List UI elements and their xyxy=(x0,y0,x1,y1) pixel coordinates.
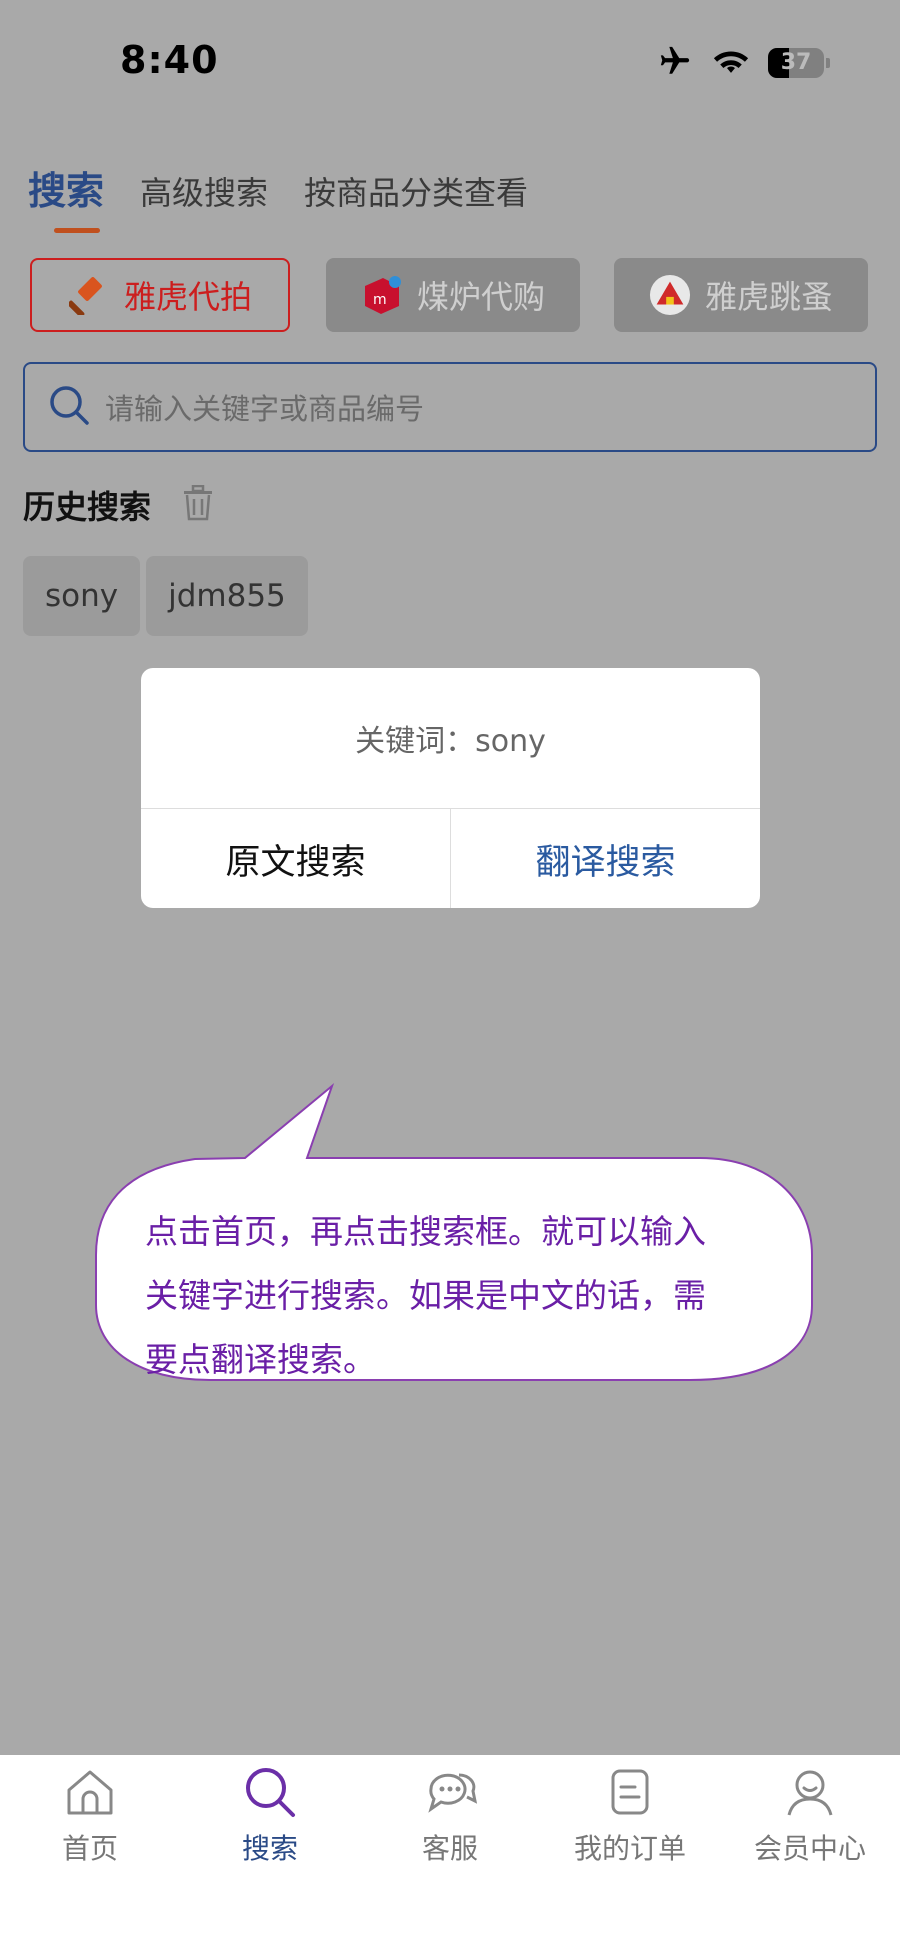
search-placeholder: 请输入关键字或商品编号 xyxy=(105,392,425,426)
tip-line: 要点翻译搜索。 xyxy=(145,1340,376,1379)
dialog-keyword: 关键词：sony xyxy=(141,668,760,809)
tabbar-item-service[interactable]: 客服 xyxy=(360,1755,540,1885)
tab-category-browse[interactable]: 按商品分类查看 xyxy=(304,168,528,214)
history-title: 历史搜索 xyxy=(23,488,152,526)
status-icons: 37 xyxy=(656,44,830,82)
tabbar-label: 我的订单 xyxy=(573,1832,686,1865)
source-yahoo-flea-button[interactable]: 雅虎跳蚤 xyxy=(614,258,868,332)
original-search-button[interactable]: 原文搜索 xyxy=(141,809,451,908)
source-selector: 雅虎代拍 m 煤炉代购 雅虎跳蚤 xyxy=(30,258,870,334)
translate-dialog: 关键词：sony 原文搜索 翻译搜索 xyxy=(141,668,760,908)
airplane-icon xyxy=(656,44,694,82)
tip-line: 关键字进行搜索。如果是中文的话，需 xyxy=(145,1276,706,1315)
bottom-tab-bar: 首页 搜索 客服 我的订单 会员中心 xyxy=(0,1755,900,1951)
history-chip[interactable]: jdm855 xyxy=(146,556,308,636)
status-bar: 8:40 37 xyxy=(0,0,900,130)
tip-text: 点击首页，再点击搜索框。就可以输入 关键字进行搜索。如果是中文的话，需 要点翻译… xyxy=(145,1200,785,1392)
chat-icon xyxy=(421,1763,479,1821)
tabbar-item-member[interactable]: 会员中心 xyxy=(720,1755,900,1885)
dialog-actions: 原文搜索 翻译搜索 xyxy=(141,809,760,908)
top-tabs: 搜索 高级搜索 按商品分类查看 xyxy=(28,160,564,233)
tabbar-item-search[interactable]: 搜索 xyxy=(180,1755,360,1885)
orders-icon xyxy=(601,1763,659,1821)
tabbar-item-home[interactable]: 首页 xyxy=(0,1755,180,1885)
wifi-icon xyxy=(712,46,750,80)
source-label: 煤炉代购 xyxy=(416,278,545,316)
source-yahoo-auction-button[interactable]: 雅虎代拍 xyxy=(30,258,290,332)
translate-search-button[interactable]: 翻译搜索 xyxy=(451,809,760,908)
battery-indicator: 37 xyxy=(768,48,830,78)
battery-level: 37 xyxy=(780,50,812,75)
user-icon xyxy=(781,1763,839,1821)
tabbar-label: 会员中心 xyxy=(753,1832,866,1865)
tab-search[interactable]: 搜索 xyxy=(28,160,104,233)
circus-tent-icon xyxy=(649,274,691,316)
tab-advanced-search[interactable]: 高级搜索 xyxy=(140,168,268,214)
tabbar-label: 首页 xyxy=(61,1832,118,1865)
history-header: 历史搜索 xyxy=(23,482,215,528)
tabbar-label: 客服 xyxy=(421,1832,478,1865)
tip-line: 点击首页，再点击搜索框。就可以输入 xyxy=(145,1212,706,1251)
source-label: 雅虎跳蚤 xyxy=(704,278,833,316)
tabbar-label: 搜索 xyxy=(241,1832,298,1865)
home-icon xyxy=(61,1763,119,1821)
source-label: 雅虎代拍 xyxy=(123,278,252,316)
search-icon xyxy=(241,1763,299,1821)
source-mercari-button[interactable]: m 煤炉代购 xyxy=(326,258,580,332)
tabbar-item-orders[interactable]: 我的订单 xyxy=(540,1755,720,1885)
svg-text:m: m xyxy=(373,292,387,308)
search-icon xyxy=(47,383,91,431)
search-input[interactable]: 请输入关键字或商品编号 xyxy=(23,362,877,452)
gavel-icon xyxy=(68,274,110,316)
history-chip[interactable]: sony xyxy=(23,556,141,636)
trash-icon[interactable] xyxy=(181,484,215,525)
history-list: sony jdm855 xyxy=(23,556,314,636)
mercari-icon: m xyxy=(361,274,403,316)
clock: 8:40 xyxy=(120,38,219,82)
